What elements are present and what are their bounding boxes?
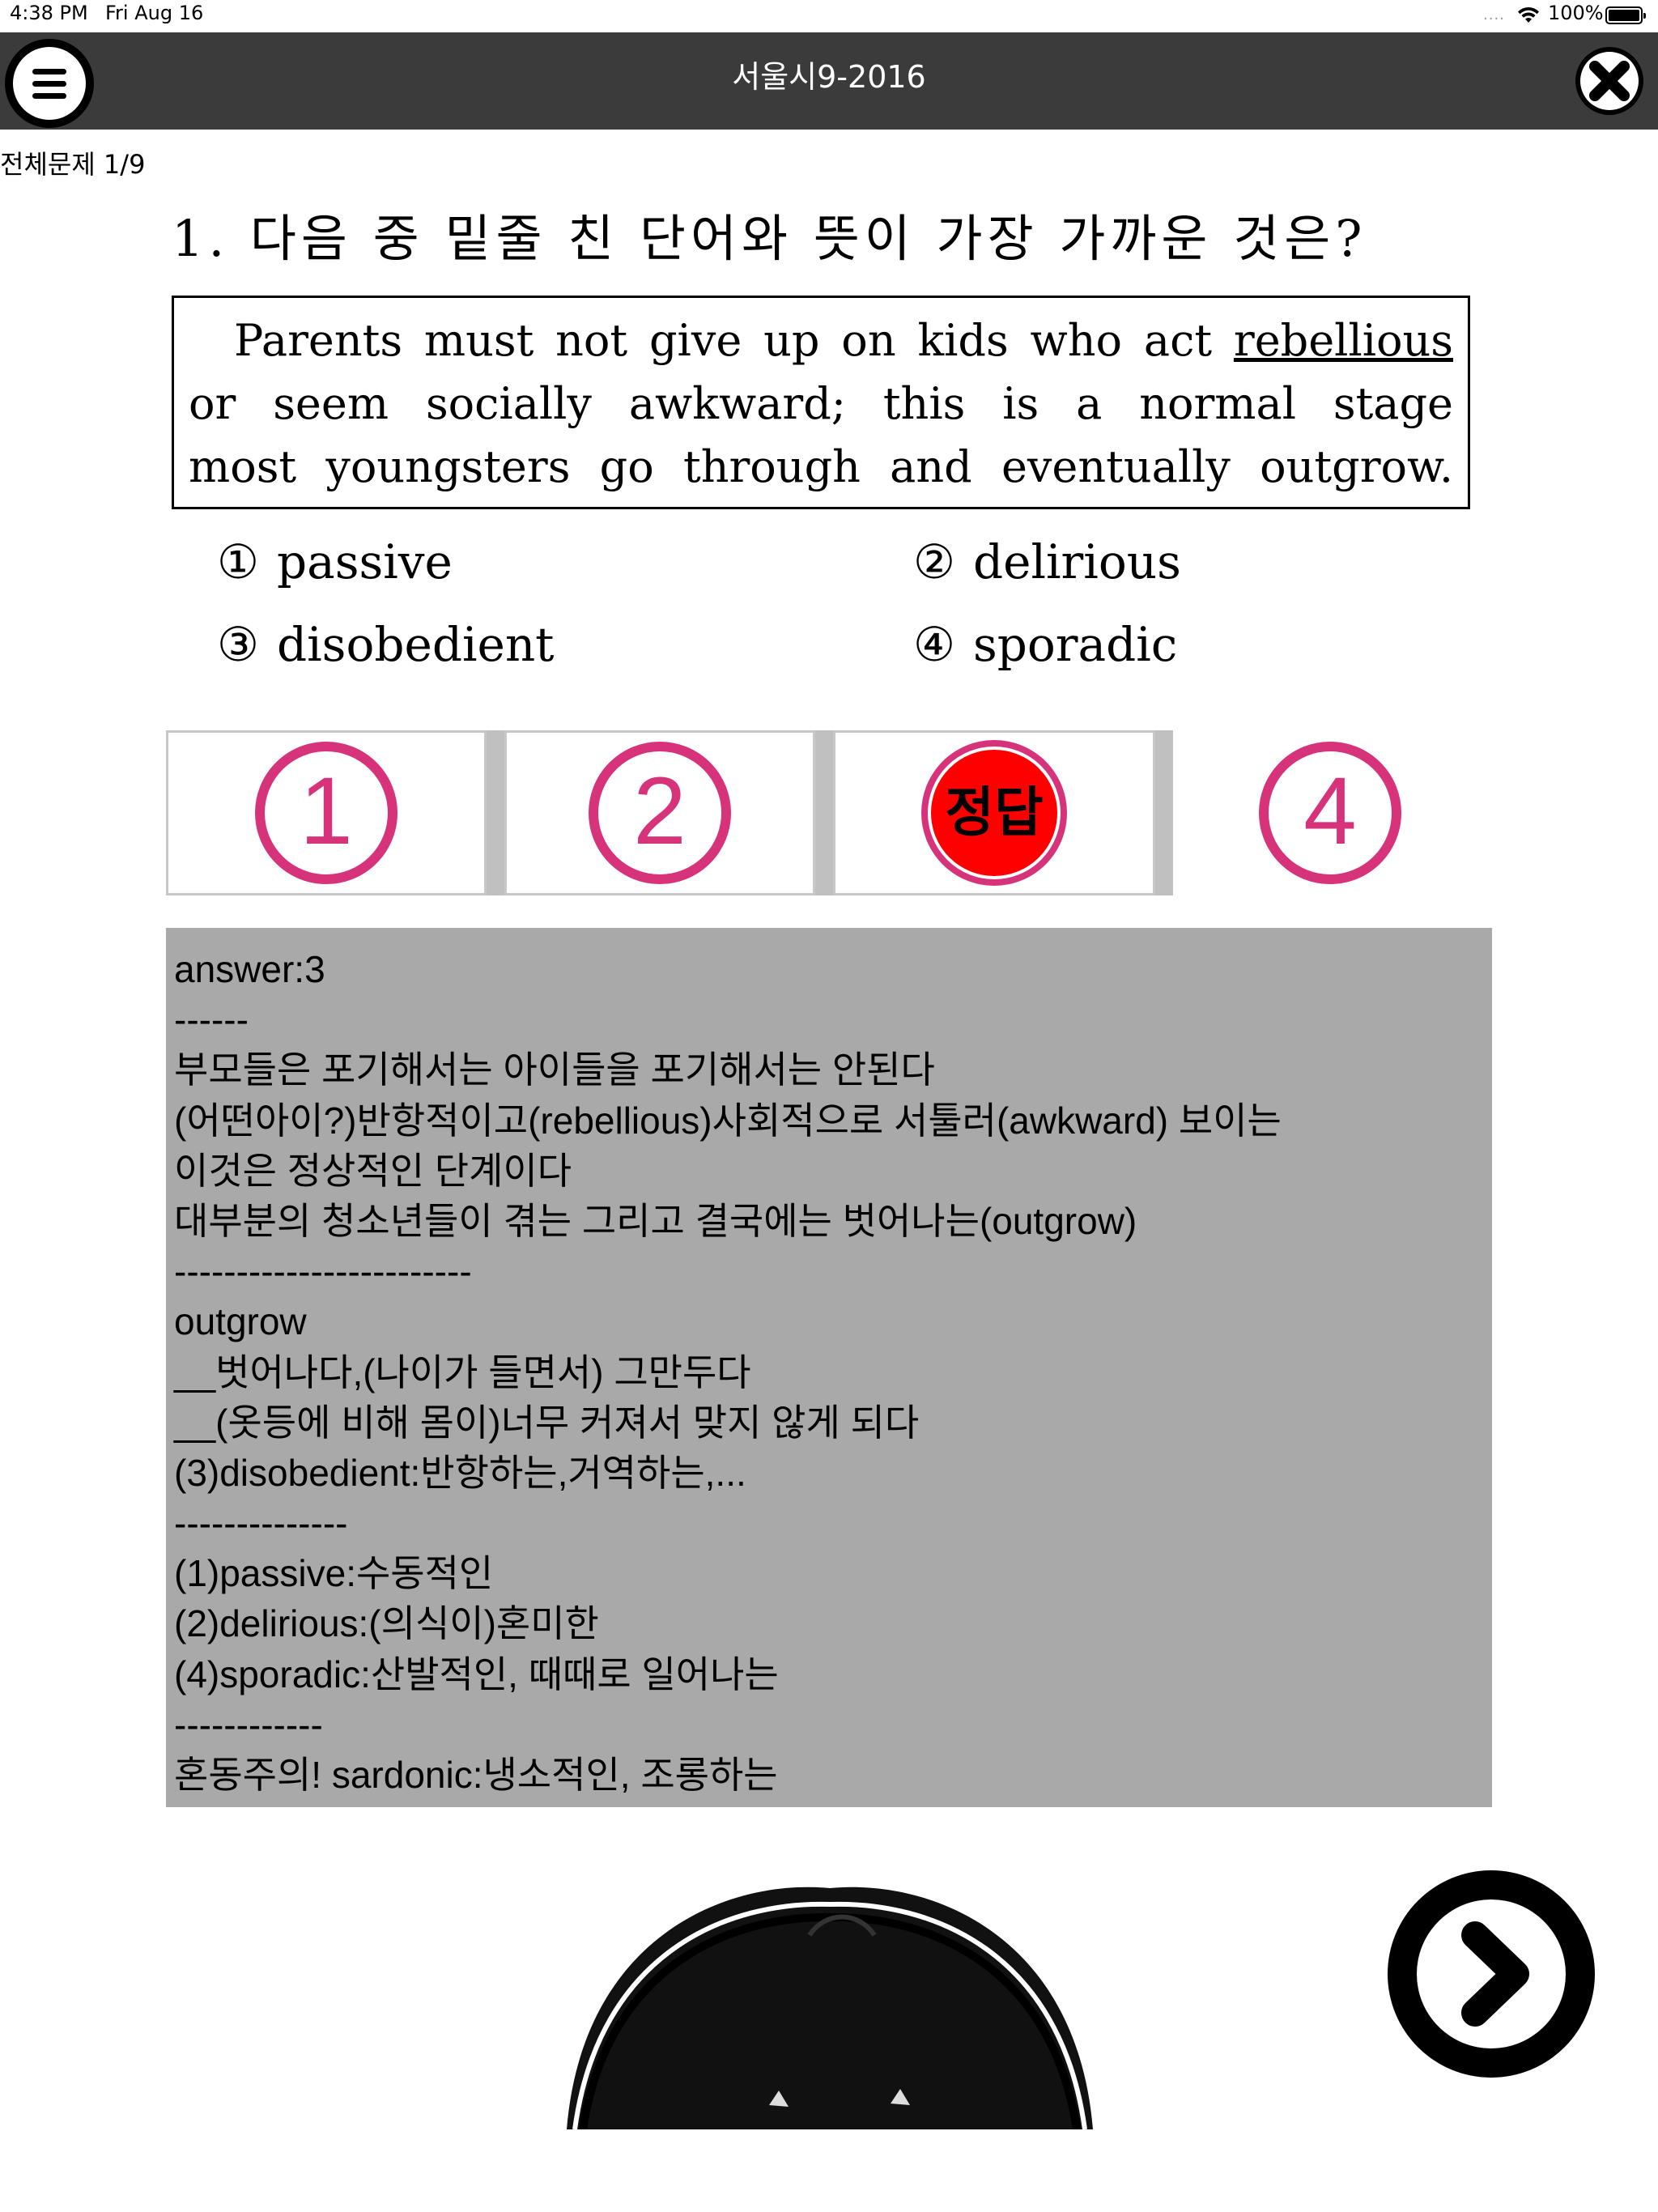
answer-label-2: 2: [633, 758, 687, 865]
explanation-line: 부모들은 포기해서는 아이들을 포기해서는 안된다: [174, 1049, 935, 1091]
explanation-panel: answer:3 ------ 부모들은 포기해서는 아이들을 포기해서는 안된…: [166, 928, 1492, 1807]
answer-button-1[interactable]: 1: [166, 730, 487, 895]
character-image: [567, 1887, 1093, 2129]
option-1: ① passive: [217, 534, 453, 589]
page-title: 서울시9-2016: [732, 59, 926, 95]
answer-buttons: 1 2 정답 4: [166, 730, 1487, 895]
answer-label-1: 1: [300, 758, 353, 865]
battery-percent: 100%: [1548, 2, 1604, 24]
answer-button-2[interactable]: 2: [504, 730, 815, 895]
answer-button-3-correct[interactable]: 정답: [833, 730, 1155, 895]
status-bar: 4:38 PM Fri Aug 16 .... 100%: [0, 0, 1658, 32]
status-date: Fri Aug 16: [105, 2, 204, 24]
explanation-line: (2)delirious:(의식이)혼미한: [174, 1602, 599, 1645]
passage-line-1: Parents must not give up on kids who act…: [234, 315, 1453, 366]
explanation-line: __(옷등에 비해 몸이)너무 커져서 맞지 않게 되다: [174, 1401, 920, 1444]
explanation-line: 혼동주의! sardonic:냉소적인, 조롱하는: [174, 1754, 778, 1796]
answer-label-4: 4: [1303, 758, 1357, 865]
explanation-line: (1)passive:수동적인: [174, 1552, 494, 1595]
answer-button-4[interactable]: 4: [1173, 730, 1487, 895]
wifi-icon: [1518, 6, 1539, 23]
close-button[interactable]: [1574, 45, 1645, 117]
passage-line-2: or seem socially awkward; this is a norm…: [189, 378, 1453, 429]
option-4: ④ sporadic: [913, 617, 1178, 672]
explanation-line: --------------: [174, 1502, 348, 1545]
explanation-line: 이것은 정상적인 단계이다: [174, 1149, 572, 1192]
option-3: ③ disobedient: [217, 617, 555, 672]
next-button[interactable]: [1386, 1869, 1596, 2079]
question-counter: 전체문제 1/9: [0, 149, 146, 180]
explanation-line: (3)disobedient:반항하는,거역하는,...: [174, 1451, 746, 1494]
explanation-line: answer:3: [174, 948, 325, 990]
question-passage: Parents must not give up on kids who act…: [172, 296, 1470, 509]
status-time: 4:38 PM: [10, 2, 88, 24]
underlined-word: rebellious: [1233, 315, 1453, 366]
explanation-line: outgrow: [174, 1300, 307, 1343]
question-text: 1. 다음 중 밑줄 친 단어와 뜻이 가장 가까운 것은?: [172, 209, 1367, 268]
passage-line-3: most youngsters go through and eventuall…: [189, 441, 1453, 492]
battery-icon: [1605, 6, 1646, 24]
option-2: ② delirious: [913, 534, 1181, 589]
signal-indicator: ....: [1483, 6, 1505, 23]
explanation-line: ------: [174, 998, 249, 1041]
explanation-line: ------------------------: [174, 1250, 472, 1293]
explanation-line: 대부분의 청소년들이 겪는 그리고 결국에는 벗어나는(outgrow): [174, 1199, 1137, 1242]
explanation-line: ------------: [174, 1703, 323, 1746]
explanation-line: (4)sporadic:산발적인, 때때로 일어나는: [174, 1653, 779, 1695]
menu-button[interactable]: [5, 39, 94, 128]
correct-answer-label: 정답: [945, 781, 1043, 844]
hamburger-menu-icon: [13, 47, 86, 120]
explanation-line: (어떤아이?)반항적이고(rebellious)사회적으로 서툴러(awkwar…: [174, 1099, 1282, 1142]
explanation-line: __벗어나다,(나이가 들면서) 그만두다: [174, 1351, 751, 1393]
nav-bar: 서울시9-2016: [0, 32, 1658, 130]
